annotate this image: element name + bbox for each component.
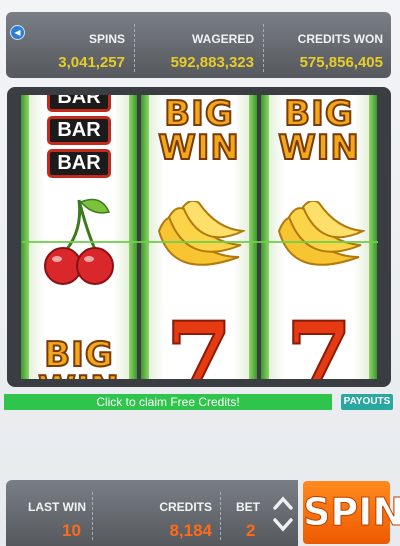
big-text: BIG xyxy=(163,95,234,134)
last-win-stat: LAST WIN 10 xyxy=(6,480,90,546)
big-win-symbol: BIG WIN xyxy=(261,95,377,167)
banana-symbol xyxy=(141,193,257,293)
spins-label: SPINS xyxy=(88,32,125,46)
reel-1: BAR BAR BAR BIG WIN xyxy=(21,95,137,379)
wagered-label: WAGERED xyxy=(191,32,254,46)
reels-window: BAR BAR BAR BIG WIN BIG WIN xyxy=(7,87,391,387)
credits-value: 8,184 xyxy=(169,521,212,540)
chevron-up-icon xyxy=(273,496,293,510)
bet-stepper[interactable] xyxy=(272,494,294,534)
reel-2: BIG WIN 7 xyxy=(141,95,257,379)
banana-symbol xyxy=(261,193,377,293)
seven-text: 7 xyxy=(165,300,234,380)
win-text: WIN xyxy=(277,128,360,168)
credits-label: CREDITS xyxy=(159,500,212,514)
bar-symbol: BAR xyxy=(47,148,111,178)
spins-value: 3,041,257 xyxy=(58,54,125,71)
bet-label: BET xyxy=(236,500,260,514)
reel-3: BIG WIN 7 xyxy=(261,95,377,379)
big-win-symbol: BIG WIN xyxy=(21,327,137,379)
credits-won-label: CREDITS WON xyxy=(297,32,383,46)
win-text: WIN xyxy=(37,371,120,379)
seven-symbol: 7 xyxy=(141,300,257,380)
bet-value: 2 xyxy=(246,521,256,540)
credits-stat: CREDITS 8,184 xyxy=(94,480,218,546)
big-text: BIG xyxy=(43,335,114,375)
bar-symbol: BAR xyxy=(47,115,111,145)
wagered-value: 592,883,323 xyxy=(170,54,254,71)
payouts-button[interactable]: PAYOUTS xyxy=(341,394,393,410)
win-text: WIN xyxy=(157,128,240,168)
stats-panel: ◀ SPINS 3,041,257 WAGERED 592,883,323 CR… xyxy=(6,12,391,78)
last-win-value: 10 xyxy=(62,521,81,540)
divider xyxy=(92,492,93,540)
bar-symbol: BAR xyxy=(47,95,111,112)
last-win-label: LAST WIN xyxy=(28,500,86,514)
payline xyxy=(22,241,378,243)
seven-symbol: 7 xyxy=(261,300,377,380)
spin-button[interactable]: SPIN xyxy=(303,481,400,544)
wagered-stat: WAGERED 592,883,323 xyxy=(135,12,262,78)
bottom-panel: LAST WIN 10 CREDITS 8,184 BET 2 xyxy=(6,480,298,546)
bet-stat: BET 2 xyxy=(222,480,272,546)
big-text: BIG xyxy=(283,95,354,134)
credits-won-stat: CREDITS WON 575,856,405 xyxy=(264,12,391,78)
credits-won-value: 575,856,405 xyxy=(299,54,383,71)
chevron-down-icon xyxy=(273,518,293,532)
big-win-symbol: BIG WIN xyxy=(141,95,257,167)
spins-stat: SPINS 3,041,257 xyxy=(6,12,133,78)
seven-text: 7 xyxy=(285,300,354,380)
divider xyxy=(220,492,221,540)
claim-free-credits-button[interactable]: Click to claim Free Credits! xyxy=(4,394,332,410)
bar-stack-symbol: BAR BAR BAR xyxy=(21,95,137,178)
